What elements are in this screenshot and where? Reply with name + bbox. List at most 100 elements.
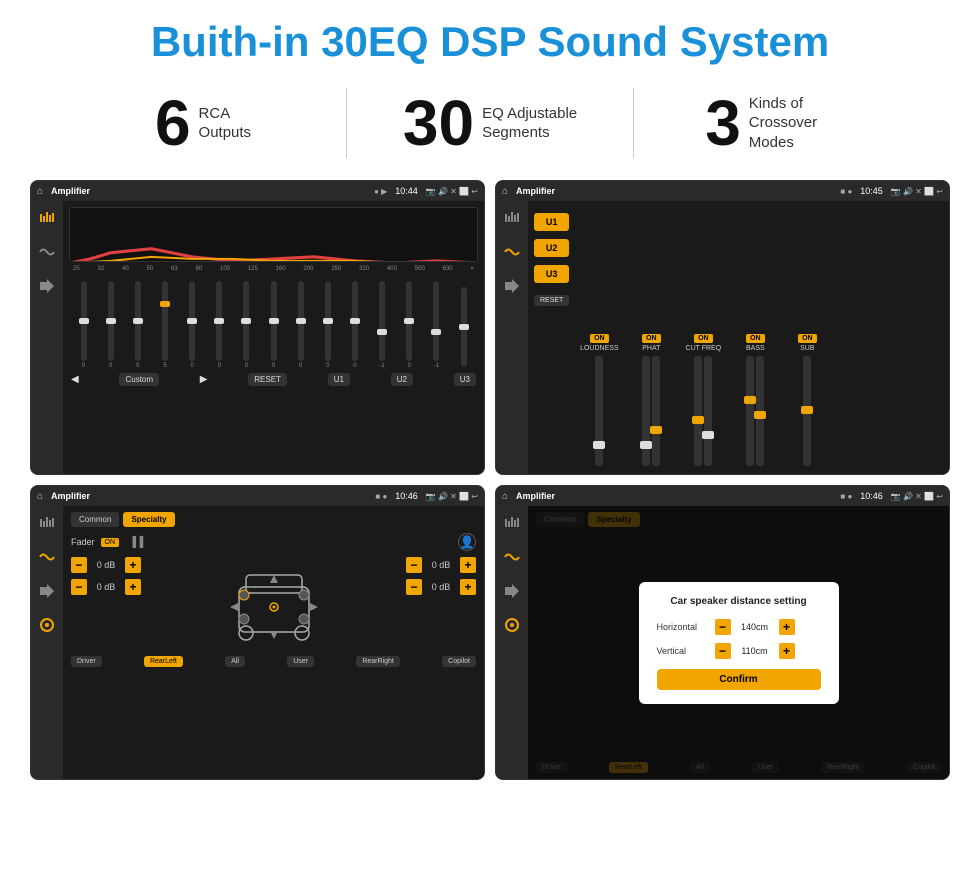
ch-cutfreq-slider2[interactable] bbox=[704, 356, 712, 466]
ch-sub-on[interactable]: ON bbox=[798, 334, 817, 343]
db-plus-0[interactable]: + bbox=[125, 557, 141, 573]
fader-dialog-main: Common Specialty Car speaker distance se… bbox=[528, 506, 949, 779]
eq-slider-12[interactable]: 0 bbox=[397, 281, 422, 369]
eq-slider-3[interactable]: 5 bbox=[152, 281, 177, 369]
ch-sub-slider[interactable] bbox=[803, 356, 811, 466]
icons-fader-dialog: 📷 🔊 ✕ ⬜ ↩ bbox=[891, 492, 943, 501]
fader-content: Common Specialty Fader ON ▐▐ 👤 − bbox=[31, 506, 484, 779]
eq-slider-8[interactable]: 0 bbox=[288, 281, 313, 369]
eq-u1-btn[interactable]: U1 bbox=[328, 373, 350, 386]
db-plus-2[interactable]: + bbox=[460, 557, 476, 573]
fader-sidebar-icon-4[interactable] bbox=[36, 616, 58, 634]
crossover-content: U1 U2 U3 RESET ON LOUDNESS bbox=[496, 201, 949, 474]
ch-cutfreq-slider1[interactable] bbox=[694, 356, 702, 466]
dots-fader: ■ ● bbox=[375, 492, 387, 501]
eq-sidebar-icon-1[interactable] bbox=[36, 209, 58, 227]
eq-sliders: 0 0 0 5 0 0 0 0 0 0 0 -1 0 -1 bbox=[69, 274, 478, 369]
eq-graph bbox=[69, 207, 478, 262]
eq-slider-1[interactable]: 0 bbox=[98, 281, 123, 369]
eq-main: 25 32 40 50 63 80 100 125 160 200 250 32… bbox=[63, 201, 484, 474]
eq-slider-11[interactable]: -1 bbox=[370, 281, 395, 369]
eq-slider-14[interactable] bbox=[451, 287, 476, 369]
db-minus-3[interactable]: − bbox=[406, 579, 422, 595]
ch-phat-slider2[interactable] bbox=[652, 356, 660, 466]
eq-u2-btn[interactable]: U2 bbox=[391, 373, 413, 386]
ch-bass-slider1[interactable] bbox=[746, 356, 754, 466]
db-value-0: 0 dB bbox=[91, 560, 121, 570]
ch-loudness-slider[interactable] bbox=[595, 356, 603, 466]
eq-slider-2[interactable]: 0 bbox=[125, 281, 150, 369]
fader-sidebar-icon-3[interactable] bbox=[36, 582, 58, 600]
fader-btn-all[interactable]: All bbox=[225, 656, 245, 667]
dots-fader-dialog: ■ ● bbox=[840, 492, 852, 501]
dialog-horizontal-minus[interactable]: − bbox=[715, 619, 731, 635]
fader-btn-rearright[interactable]: RearRight bbox=[356, 656, 400, 667]
dialog-vertical-plus[interactable]: + bbox=[779, 643, 795, 659]
fader-btn-rearleft[interactable]: RearLeft bbox=[144, 656, 183, 667]
dialog-horizontal-plus[interactable]: + bbox=[779, 619, 795, 635]
crossover-u2[interactable]: U2 bbox=[534, 239, 569, 257]
fader-on-badge[interactable]: ON bbox=[101, 538, 120, 547]
fader-dialog-sidebar-icon-4[interactable] bbox=[501, 616, 523, 634]
ch-bass-slider2[interactable] bbox=[756, 356, 764, 466]
screen-title-fader-dialog: Amplifier bbox=[516, 491, 836, 501]
db-plus-1[interactable]: + bbox=[125, 579, 141, 595]
ch-phat-slider1[interactable] bbox=[642, 356, 650, 466]
fader-dialog-sidebar-icon-3[interactable] bbox=[501, 582, 523, 600]
crossover-reset[interactable]: RESET bbox=[534, 295, 569, 306]
crossover-u1[interactable]: U1 bbox=[534, 213, 569, 231]
fader-sidebar-icon-2[interactable] bbox=[36, 548, 58, 566]
ch-cutfreq-on[interactable]: ON bbox=[694, 334, 713, 343]
eq-slider-13[interactable]: -1 bbox=[424, 281, 449, 369]
eq-reset-btn[interactable]: RESET bbox=[248, 373, 287, 386]
eq-nav-next[interactable]: ▶ bbox=[200, 374, 208, 385]
crossover-u3[interactable]: U3 bbox=[534, 265, 569, 283]
eq-slider-5[interactable]: 0 bbox=[207, 281, 232, 369]
crossover-sidebar-icon-2[interactable] bbox=[501, 243, 523, 261]
eq-slider-6[interactable]: 0 bbox=[234, 281, 259, 369]
db-minus-1[interactable]: − bbox=[71, 579, 87, 595]
screen-fader: ⌂ Amplifier ■ ● 10:46 📷 🔊 ✕ ⬜ ↩ bbox=[30, 485, 485, 780]
db-value-3: 0 dB bbox=[426, 582, 456, 592]
crossover-sidebar-icon-3[interactable] bbox=[501, 277, 523, 295]
icons-eq: 📷 🔊 ✕ ⬜ ↩ bbox=[426, 187, 478, 196]
tab-common[interactable]: Common bbox=[71, 512, 119, 527]
fader-dialog-sidebar-icon-1[interactable] bbox=[501, 514, 523, 532]
dialog-vertical-minus[interactable]: − bbox=[715, 643, 731, 659]
eq-custom-btn[interactable]: Custom bbox=[119, 373, 159, 386]
crossover-sidebar-icon-1[interactable] bbox=[501, 209, 523, 227]
db-minus-0[interactable]: − bbox=[71, 557, 87, 573]
eq-u3-btn[interactable]: U3 bbox=[454, 373, 476, 386]
eq-slider-7[interactable]: 0 bbox=[261, 281, 286, 369]
eq-sidebar-icon-3[interactable] bbox=[36, 277, 58, 295]
eq-slider-9[interactable]: 0 bbox=[315, 281, 340, 369]
fader-sidebar-icon-1[interactable] bbox=[36, 514, 58, 532]
fader-btn-driver[interactable]: Driver bbox=[71, 656, 102, 667]
fader-right-controls: − 0 dB + − 0 dB + bbox=[406, 557, 476, 595]
settings-icon[interactable]: 👤 bbox=[458, 533, 476, 551]
fader-btn-user[interactable]: User bbox=[287, 656, 314, 667]
eq-sidebar-icon-2[interactable] bbox=[36, 243, 58, 261]
ch-bass-on[interactable]: ON bbox=[746, 334, 765, 343]
fader-btn-copilot[interactable]: Copilot bbox=[442, 656, 476, 667]
eq-slider-4[interactable]: 0 bbox=[180, 281, 205, 369]
db-plus-3[interactable]: + bbox=[460, 579, 476, 595]
eq-slider-10[interactable]: 0 bbox=[342, 281, 367, 369]
dialog-vertical-label: Vertical bbox=[657, 646, 709, 656]
dots-crossover: ■ ● bbox=[840, 187, 852, 196]
confirm-button[interactable]: Confirm bbox=[657, 669, 821, 690]
dialog-horizontal-row: Horizontal − 140cm + bbox=[657, 619, 821, 635]
db-minus-2[interactable]: − bbox=[406, 557, 422, 573]
fader-dialog-sidebar-icon-2[interactable] bbox=[501, 548, 523, 566]
ch-phat-on[interactable]: ON bbox=[642, 334, 661, 343]
tab-specialty[interactable]: Specialty bbox=[123, 512, 174, 527]
ch-phat: ON PHAT bbox=[627, 334, 675, 466]
eq-nav-prev[interactable]: ◀ bbox=[71, 374, 79, 385]
ch-loudness-on[interactable]: ON bbox=[590, 334, 609, 343]
screenshots-grid: ⌂ Amplifier ● ▶ 10:44 📷 🔊 ✕ ⬜ ↩ bbox=[0, 170, 980, 790]
eq-sidebar bbox=[31, 201, 63, 474]
fader-dialog-sidebar bbox=[496, 506, 528, 779]
eq-slider-0[interactable]: 0 bbox=[71, 281, 96, 369]
eq-content: 25 32 40 50 63 80 100 125 160 200 250 32… bbox=[31, 201, 484, 474]
status-bar-fader-dialog: ⌂ Amplifier ■ ● 10:46 📷 🔊 ✕ ⬜ ↩ bbox=[496, 486, 949, 506]
